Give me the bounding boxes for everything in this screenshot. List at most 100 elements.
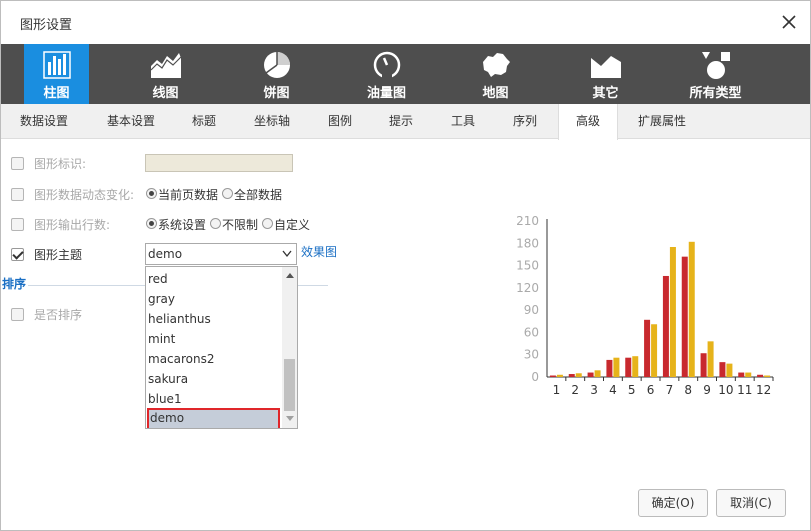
settings-tabs: 数据设置 基本设置 标题 坐标轴 图例 提示 工具 序列 高级 扩展属性: [1, 104, 810, 140]
graph-id-label: 图形标识:: [34, 157, 87, 171]
radio-system-label: 系统设置: [158, 218, 207, 232]
tab-series[interactable]: 序列: [505, 104, 545, 139]
dynamic-change-checkbox[interactable]: [11, 188, 24, 201]
tab-title[interactable]: 标题: [184, 104, 224, 139]
bar-series2: [745, 372, 752, 377]
radio-custom-label: 自定义: [274, 218, 311, 232]
x-tick-label: 9: [703, 383, 711, 397]
type-line[interactable]: 线图: [133, 44, 198, 104]
bar-series1: [644, 319, 651, 377]
gauge-icon: [373, 51, 400, 80]
bar-series2: [556, 374, 563, 377]
x-tick-label: 11: [737, 383, 752, 397]
radio-all-data[interactable]: [222, 188, 233, 199]
type-line-label: 线图: [152, 86, 179, 101]
theme-option[interactable]: blue1: [147, 389, 281, 409]
type-gauge[interactable]: 油量图: [354, 44, 419, 104]
scroll-down-icon[interactable]: [286, 416, 294, 421]
tab-advanced[interactable]: 高级: [558, 104, 618, 140]
type-other-label: 其它: [592, 86, 619, 101]
output-rows-label: 图形输出行数:: [34, 218, 111, 232]
tab-legend[interactable]: 图例: [320, 104, 360, 139]
bar-series1: [700, 353, 707, 377]
type-gauge-label: 油量图: [366, 86, 406, 101]
scroll-up-icon[interactable]: [286, 273, 294, 278]
map-icon: [482, 53, 510, 77]
radio-current-page[interactable]: [146, 188, 157, 199]
tab-basic[interactable]: 基本设置: [98, 104, 164, 139]
theme-option[interactable]: macarons2: [147, 349, 281, 369]
theme-option[interactable]: red: [147, 269, 281, 289]
graph-id-input[interactable]: [145, 154, 293, 172]
bar-series2: [594, 370, 601, 377]
x-tick-label: 12: [756, 383, 771, 397]
bar-series2: [651, 324, 658, 377]
theme-checkbox[interactable]: [11, 248, 24, 261]
type-all[interactable]: 所有类型: [683, 44, 748, 104]
type-map[interactable]: 地图: [463, 44, 528, 104]
ok-button[interactable]: 确定(O): [638, 489, 708, 517]
bar-series1: [681, 256, 688, 377]
bar-series1: [738, 372, 745, 377]
radio-all-data-label: 全部数据: [234, 188, 283, 202]
type-pie[interactable]: 饼图: [244, 44, 309, 104]
x-tick-label: 1: [553, 383, 561, 397]
theme-option[interactable]: helianthus: [147, 309, 281, 329]
bar-series2: [669, 247, 676, 377]
sort-section-title: 排序: [2, 277, 27, 291]
theme-select-value: demo: [148, 247, 183, 261]
radio-current-page-label: 当前页数据: [158, 188, 219, 202]
type-bar[interactable]: 柱图: [24, 44, 89, 104]
type-map-label: 地图: [482, 86, 509, 101]
graph-id-checkbox[interactable]: [11, 157, 24, 170]
y-tick-label: 120: [516, 281, 539, 295]
bar-series1: [625, 357, 632, 377]
bar-series2: [726, 363, 733, 377]
x-tick-label: 7: [666, 383, 674, 397]
type-other[interactable]: 其它: [573, 44, 638, 104]
pie-chart-icon: [263, 52, 290, 78]
chart-type-bar: 柱图 线图 饼图 油量图 地图 其它 所有类型: [1, 44, 810, 104]
theme-select[interactable]: demo: [145, 243, 297, 265]
bar-series1: [757, 374, 764, 377]
type-all-label: 所有类型: [689, 86, 742, 101]
tab-data[interactable]: 数据设置: [11, 104, 77, 139]
type-pie-label: 饼图: [263, 86, 290, 101]
type-bar-label: 柱图: [43, 86, 70, 101]
theme-dropdown-list: red gray helianthus mint macarons2 sakur…: [145, 266, 298, 429]
y-tick-label: 0: [531, 370, 539, 384]
tab-tooltip[interactable]: 提示: [381, 104, 421, 139]
output-rows-checkbox[interactable]: [11, 218, 24, 231]
chevron-down-icon: [282, 250, 292, 258]
tab-extended[interactable]: 扩展属性: [631, 104, 693, 139]
tab-axis[interactable]: 坐标轴: [246, 104, 298, 139]
bar-series2: [764, 375, 771, 377]
sort-label: 是否排序: [34, 308, 83, 322]
close-button[interactable]: [778, 11, 800, 33]
x-tick-label: 2: [571, 383, 579, 397]
x-tick-label: 5: [628, 383, 636, 397]
bar-series2: [688, 241, 695, 377]
bar-series2: [707, 341, 714, 377]
theme-option[interactable]: gray: [147, 289, 281, 309]
radio-system[interactable]: [146, 218, 157, 229]
theme-label: 图形主题: [34, 248, 83, 262]
sort-checkbox[interactable]: [11, 308, 24, 321]
bar-series1: [719, 362, 726, 377]
line-chart-icon: [150, 53, 181, 78]
radio-custom[interactable]: [262, 218, 273, 229]
effect-preview-link[interactable]: 效果图: [301, 243, 337, 260]
y-tick-label: 150: [516, 259, 539, 273]
cancel-button[interactable]: 取消(C): [716, 489, 786, 517]
theme-option-selected[interactable]: demo: [147, 408, 280, 428]
bar-series2: [575, 373, 582, 377]
radio-unlimited[interactable]: [210, 218, 221, 229]
dialog-title: 图形设置: [20, 18, 73, 33]
bar-series1: [549, 375, 556, 377]
theme-option[interactable]: mint: [147, 329, 281, 349]
tab-tools[interactable]: 工具: [443, 104, 483, 139]
theme-option[interactable]: sakura: [147, 369, 281, 389]
scroll-thumb[interactable]: [284, 359, 295, 411]
dropdown-scrollbar[interactable]: [282, 267, 297, 428]
radio-unlimited-label: 不限制: [222, 218, 259, 232]
